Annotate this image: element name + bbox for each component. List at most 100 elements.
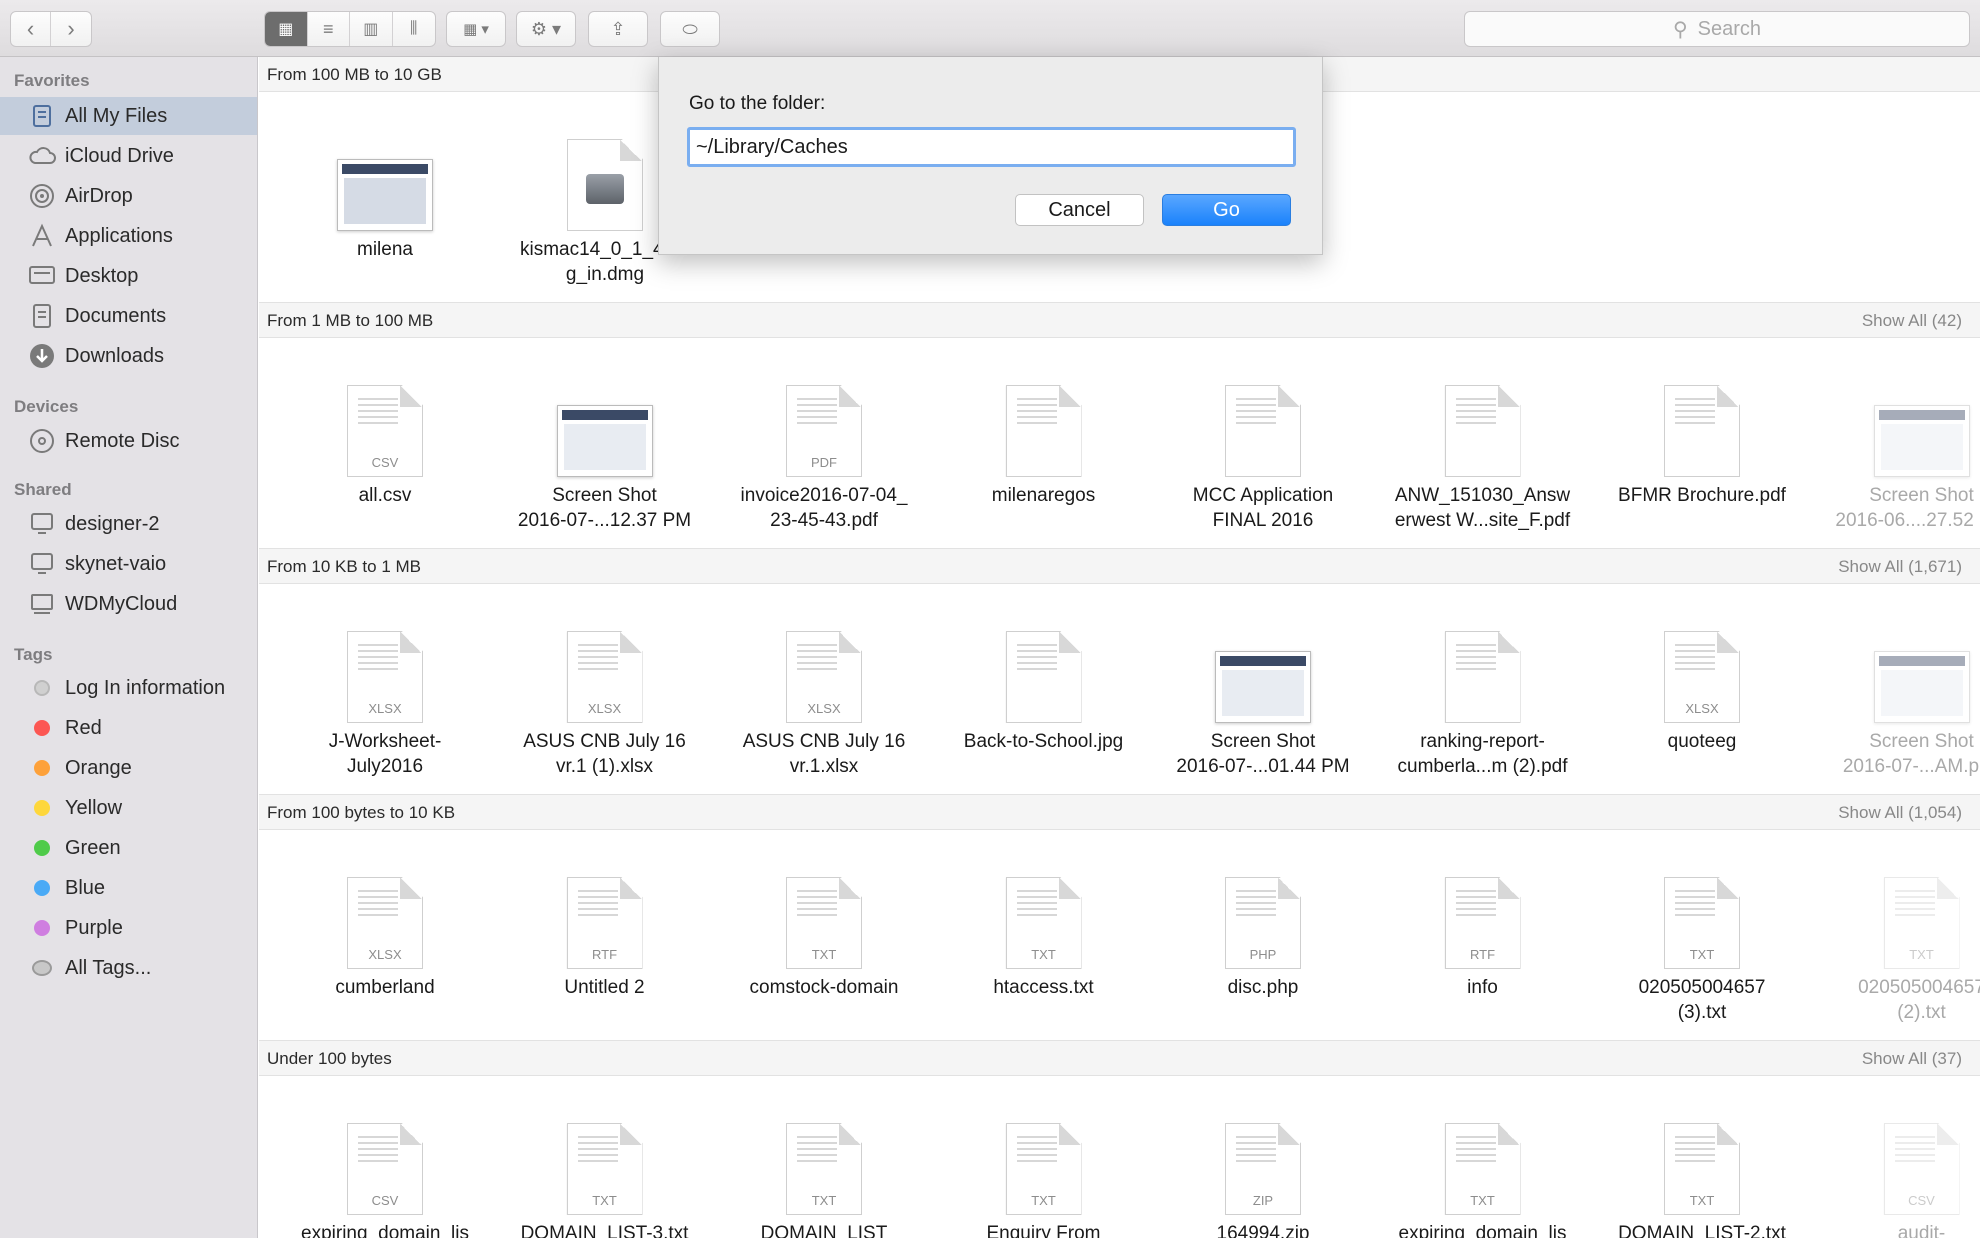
sidebar-tag-blue[interactable]: Blue: [0, 869, 257, 907]
file-type-label: PHP: [1249, 947, 1277, 962]
document-icon: [1158, 373, 1368, 477]
file-item[interactable]: XLSX ASUS CNB July 16 vr.1 (1).xlsx: [500, 619, 710, 779]
sidebar-heading-favorites: Favorites: [14, 71, 90, 90]
sidebar-item-designer-2[interactable]: designer-2: [0, 505, 257, 543]
section-header: From 10 KB to 1 MB Show All (1,671): [259, 548, 1980, 584]
file-name: disc.php: [1158, 975, 1368, 1000]
sidebar-item-applications[interactable]: Applications: [0, 217, 257, 255]
file-item[interactable]: ranking-report-cumberla...m (2).pdf: [1378, 619, 1588, 779]
search-field[interactable]: ⚲ Search: [1464, 11, 1970, 47]
file-name: cumberland: [280, 975, 490, 1000]
go-button[interactable]: Go: [1162, 194, 1291, 226]
file-item[interactable]: TXT htaccess.txt: [939, 865, 1149, 1000]
file-item[interactable]: MCC Application FINAL 2016: [1158, 373, 1368, 533]
folder-path-input[interactable]: ~/Library/Caches: [687, 127, 1296, 167]
columns-icon: ▥: [363, 21, 379, 38]
sidebar-item-skynet-vaio[interactable]: skynet-vaio: [0, 545, 257, 583]
show-all-link[interactable]: Show All (1,671): [1838, 557, 1962, 577]
file-item[interactable]: Back-to-School.jpg: [939, 619, 1149, 754]
back-button[interactable]: ‹: [11, 12, 52, 46]
file-item[interactable]: TXT DOMAIN_LIST-2.txt: [1597, 1111, 1807, 1238]
cover-flow-button[interactable]: ⫼: [393, 12, 435, 46]
cloud-icon: [27, 142, 57, 170]
chevron-left-icon: ‹: [26, 16, 35, 41]
file-item[interactable]: milenaregos: [939, 373, 1149, 508]
list-view-button[interactable]: ≡: [308, 12, 350, 46]
icon-view-button[interactable]: ▦: [265, 12, 308, 46]
file-name-line-1: info: [1467, 977, 1498, 998]
file-item[interactable]: Screen Shot 2016-07-...AM.png: [1817, 619, 1980, 779]
file-item[interactable]: Screen Shot 2016-06....27.52 PM: [1817, 373, 1980, 533]
sidebar-item-airdrop[interactable]: AirDrop: [0, 177, 257, 215]
sidebar-item-all-my-files[interactable]: All My Files: [0, 97, 257, 135]
forward-button[interactable]: ›: [51, 12, 91, 46]
file-item[interactable]: Screen Shot 2016-07-...01.44 PM: [1158, 619, 1368, 779]
file-name-line-1: Screen Shot: [1210, 731, 1316, 752]
file-item[interactable]: CSV all.csv: [280, 373, 490, 508]
tag-button[interactable]: ⬭: [660, 11, 720, 47]
action-button[interactable]: ⚙ ▾: [516, 11, 576, 47]
list-icon: ≡: [322, 18, 334, 39]
orange-tag-icon: [27, 754, 57, 782]
file-name: invoice2016-07-04_ 23-45-43.pdf: [719, 483, 929, 533]
sidebar-tag-log-in-information[interactable]: Log In information: [0, 669, 257, 707]
file-item[interactable]: CSV expiring_domain_lis: [280, 1111, 490, 1238]
sidebar-item-desktop[interactable]: Desktop: [0, 257, 257, 295]
file-item[interactable]: XLSX J-Worksheet- July2016: [280, 619, 490, 779]
sidebar-tag-orange[interactable]: Orange: [0, 749, 257, 787]
file-name-line-1: cumberland: [335, 977, 435, 998]
file-name: Back-to-School.jpg: [939, 729, 1149, 754]
view-mode-buttons: ▦ ≡ ▥ ⫼: [264, 11, 436, 47]
file-item[interactable]: XLSX cumberland: [280, 865, 490, 1000]
file-item[interactable]: RTF Untitled 2: [500, 865, 710, 1000]
column-view-button[interactable]: ▥: [350, 12, 393, 46]
file-item[interactable]: TXT 020505004657 (3).txt: [1597, 865, 1807, 1025]
arrange-button[interactable]: ▦ ▾: [446, 11, 506, 47]
file-name-line-2: g_in.dmg: [565, 264, 645, 285]
file-item[interactable]: TXT expiring_domain_lis: [1378, 1111, 1588, 1238]
file-item[interactable]: TXT comstock-domain: [719, 865, 929, 1000]
file-name-line-1: ranking-report-: [1420, 731, 1545, 752]
file-item[interactable]: XLSX quoteeg: [1597, 619, 1807, 754]
sidebar-item-icloud-drive[interactable]: iCloud Drive: [0, 137, 257, 175]
sidebar-item-remote-disc[interactable]: Remote Disc: [0, 422, 257, 460]
file-item[interactable]: BFMR Brochure.pdf: [1597, 373, 1807, 508]
show-all-link[interactable]: Show All (37): [1862, 1049, 1962, 1069]
file-item[interactable]: CSV audit-: [1817, 1111, 1980, 1238]
file-name-line-1: invoice2016-07-04_: [740, 485, 908, 506]
file-item[interactable]: XLSX ASUS CNB July 16 vr.1.xlsx: [719, 619, 929, 779]
sidebar-item-documents[interactable]: Documents: [0, 297, 257, 335]
file-item[interactable]: Screen Shot 2016-07-...12.37 PM: [500, 373, 710, 533]
file-item[interactable]: ZIP 164994.zip: [1158, 1111, 1368, 1238]
file-item[interactable]: RTF info: [1378, 865, 1588, 1000]
sidebar-tag-all-tags[interactable]: All Tags...: [0, 949, 257, 987]
file-name: audit-: [1817, 1221, 1980, 1238]
file-item[interactable]: ANW_151030_Answ erwest W...site_F.pdf: [1378, 373, 1588, 533]
share-button[interactable]: ⇪: [588, 11, 648, 47]
sidebar-tag-red[interactable]: Red: [0, 709, 257, 747]
document-icon: XLSX: [1597, 619, 1807, 723]
sidebar-item-label: All My Files: [65, 104, 168, 127]
file-item[interactable]: TXT DOMAIN_LIST-3.txt: [500, 1111, 710, 1238]
sidebar-item-wdmycloud[interactable]: WDMyCloud: [0, 585, 257, 623]
show-all-link[interactable]: Show All (1,054): [1838, 803, 1962, 823]
sidebar-item-downloads[interactable]: Downloads: [0, 337, 257, 375]
file-name-line-1: Back-to-School.jpg: [963, 731, 1124, 752]
document-icon: TXT: [1597, 865, 1807, 969]
file-item[interactable]: milena: [280, 127, 490, 262]
sidebar-item-label: Desktop: [65, 264, 139, 287]
file-item[interactable]: TXT 020505004657 (2).txt: [1817, 865, 1980, 1025]
file-item[interactable]: PDF invoice2016-07-04_ 23-45-43.pdf: [719, 373, 929, 533]
file-item[interactable]: PHP disc.php: [1158, 865, 1368, 1000]
file-name-line-1: DOMAIN_LIST-2.txt: [1618, 1223, 1786, 1238]
file-name-line-1: 020505004657: [1858, 977, 1980, 998]
file-item[interactable]: TXT Enquiry From: [939, 1111, 1149, 1238]
file-item[interactable]: TXT DOMAIN_LIST: [719, 1111, 929, 1238]
sidebar-tag-purple[interactable]: Purple: [0, 909, 257, 947]
cancel-button[interactable]: Cancel: [1015, 194, 1144, 226]
sidebar-tag-green[interactable]: Green: [0, 829, 257, 867]
file-name: 020505004657 (3).txt: [1597, 975, 1807, 1025]
show-all-link[interactable]: Show All (42): [1862, 311, 1962, 331]
sidebar-tag-yellow[interactable]: Yellow: [0, 789, 257, 827]
file-name-line-1: comstock-domain: [749, 977, 899, 998]
